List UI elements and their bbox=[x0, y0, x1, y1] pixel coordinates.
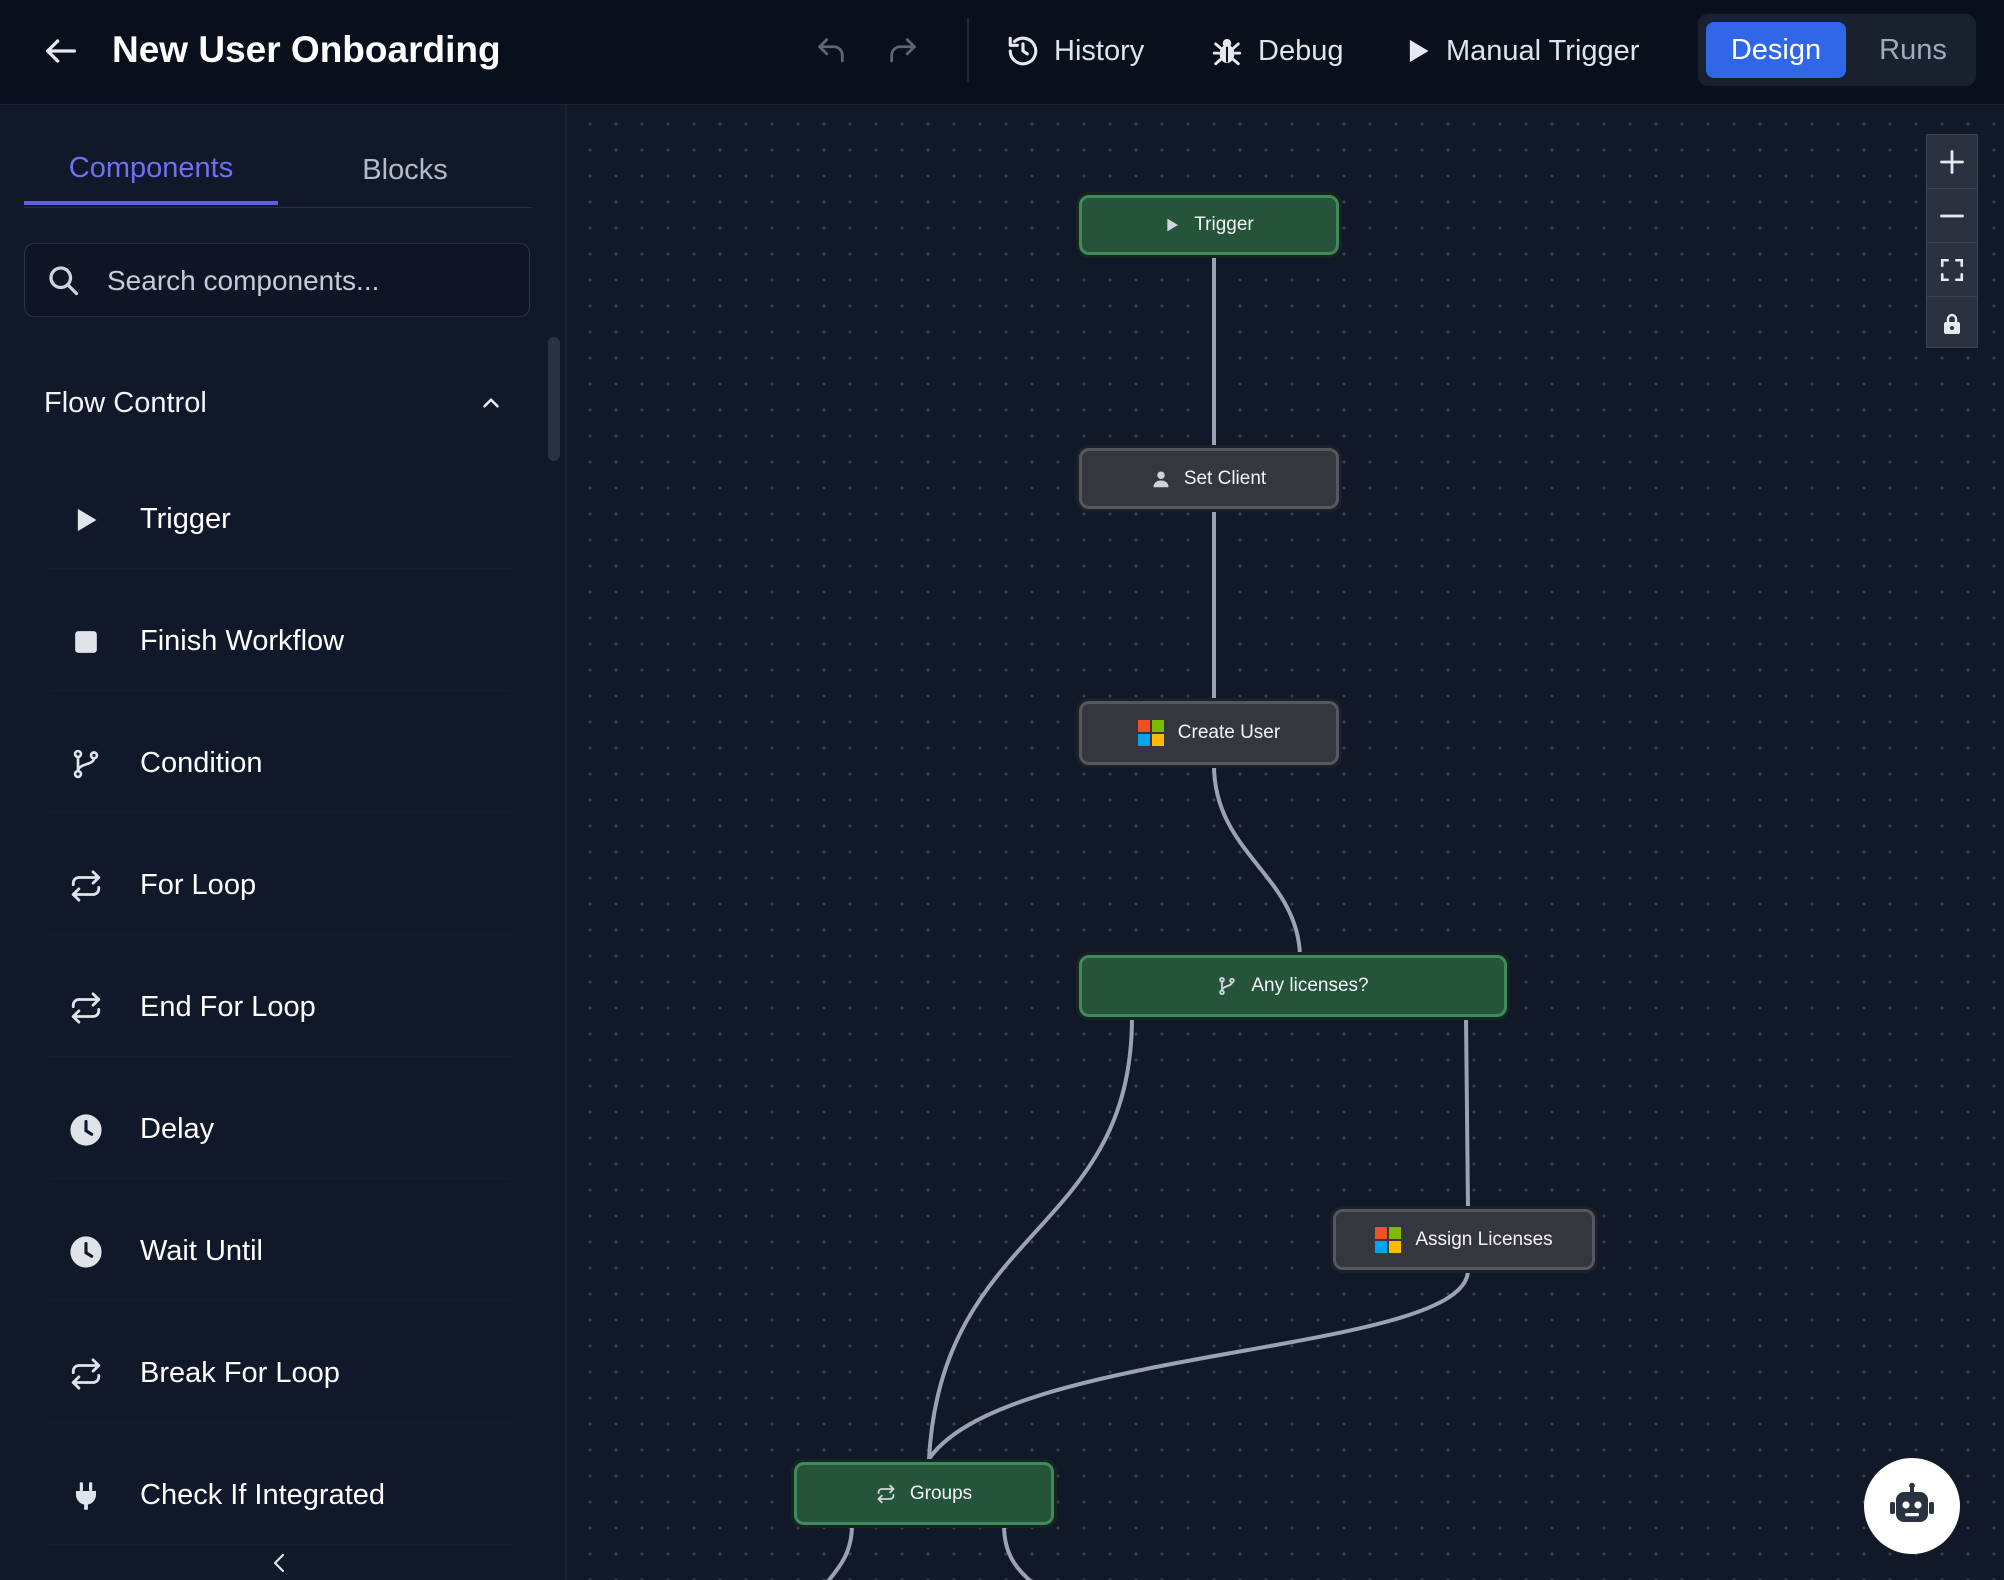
node-label: Groups bbox=[909, 1482, 973, 1504]
components-sidebar: Components Blocks Flow Control Trigger F… bbox=[0, 105, 567, 1580]
design-tab[interactable]: Design bbox=[1706, 22, 1846, 78]
node-trigger[interactable]: Trigger bbox=[1079, 195, 1339, 255]
sidebar-scrollbar[interactable] bbox=[548, 337, 560, 461]
list-item-label: For Loop bbox=[140, 869, 257, 901]
list-item-trigger[interactable]: Trigger bbox=[50, 471, 510, 569]
arrow-left-icon bbox=[46, 39, 77, 63]
list-item-label: End For Loop bbox=[140, 991, 316, 1023]
list-item-wait-until[interactable]: Wait Until bbox=[50, 1203, 510, 1301]
history-button[interactable]: History bbox=[1006, 26, 1144, 76]
list-item-label: Trigger bbox=[140, 503, 231, 535]
list-item-condition[interactable]: Condition bbox=[50, 715, 510, 813]
list-item-label: Delay bbox=[140, 1113, 215, 1145]
search-icon bbox=[45, 262, 81, 303]
node-label: Any licenses? bbox=[1251, 975, 1369, 996]
view-toggle: Design Runs bbox=[1698, 14, 1976, 86]
loop-icon bbox=[68, 1356, 104, 1392]
edge-create-user-any-licenses bbox=[1212, 763, 1302, 957]
list-item-label: Condition bbox=[140, 747, 263, 779]
manual-trigger-button[interactable]: Manual Trigger bbox=[1404, 26, 1639, 76]
runs-tab[interactable]: Runs bbox=[1858, 22, 1968, 78]
fit-view-button[interactable] bbox=[1927, 243, 1977, 297]
tab-blocks[interactable]: Blocks bbox=[278, 135, 532, 205]
fit-view-icon bbox=[1940, 258, 1964, 281]
node-create-user[interactable]: Create User bbox=[1079, 701, 1339, 765]
section-title: Flow Control bbox=[44, 386, 207, 419]
edge-any-licenses-groups bbox=[927, 1015, 1134, 1461]
redo-icon bbox=[890, 38, 916, 63]
back-button[interactable] bbox=[36, 26, 86, 76]
node-label: Create User bbox=[1177, 722, 1281, 743]
list-item-end-for-loop[interactable]: End For Loop bbox=[50, 959, 510, 1057]
redo-button[interactable] bbox=[880, 28, 926, 74]
lock-button[interactable] bbox=[1927, 297, 1977, 350]
edge-assign-licenses-groups bbox=[927, 1268, 1470, 1461]
chevron-left-icon bbox=[273, 1553, 285, 1573]
user-icon bbox=[1153, 471, 1169, 487]
node-label: Set Client bbox=[1183, 467, 1267, 489]
play-icon bbox=[1409, 39, 1429, 63]
section-flow-control[interactable]: Flow Control bbox=[44, 375, 504, 431]
workflow-title: New User Onboarding bbox=[112, 29, 501, 70]
list-item-label: Check If Integrated bbox=[140, 1479, 386, 1511]
zoom-controls bbox=[1926, 134, 1978, 348]
play-icon bbox=[1167, 218, 1179, 232]
minus-icon bbox=[1940, 214, 1964, 217]
list-item-label: Break For Loop bbox=[140, 1357, 340, 1389]
list-item-check-if-integrated[interactable]: Check If Integrated bbox=[50, 1447, 510, 1545]
clock-icon bbox=[68, 1234, 104, 1270]
lock-icon bbox=[1944, 313, 1960, 334]
top-bar: New User Onboarding History Debug Manual… bbox=[0, 0, 2004, 105]
node-label: Assign Licenses bbox=[1415, 1228, 1553, 1250]
plus-icon bbox=[1940, 149, 1964, 174]
debug-label: Debug bbox=[1258, 34, 1344, 67]
list-item-break-for-loop[interactable]: Break For Loop bbox=[50, 1325, 510, 1423]
history-icon bbox=[1008, 36, 1038, 66]
microsoft-icon bbox=[1137, 720, 1164, 746]
robot-icon bbox=[1890, 1482, 1934, 1522]
zoom-in-button[interactable] bbox=[1927, 135, 1977, 189]
debug-button[interactable]: Debug bbox=[1210, 26, 1343, 76]
history-label: History bbox=[1054, 34, 1145, 67]
loop-icon bbox=[877, 1484, 895, 1503]
plug-icon bbox=[68, 1478, 104, 1514]
loop-icon bbox=[68, 868, 104, 904]
node-set-client[interactable]: Set Client bbox=[1079, 448, 1339, 509]
play-icon bbox=[68, 502, 104, 538]
collapse-sidebar-button[interactable] bbox=[262, 1545, 298, 1580]
microsoft-icon bbox=[1375, 1226, 1402, 1253]
list-item-finish-workflow[interactable]: Finish Workflow bbox=[50, 593, 510, 691]
node-label: Trigger bbox=[1194, 214, 1254, 235]
toolbar-divider bbox=[967, 18, 969, 82]
list-item-delay[interactable]: Delay bbox=[50, 1081, 510, 1179]
search-box bbox=[24, 243, 530, 317]
manual-trigger-label: Manual Trigger bbox=[1446, 34, 1640, 67]
edge-groups-out-right bbox=[1002, 1523, 1033, 1580]
stop-icon bbox=[68, 624, 104, 660]
loop-icon bbox=[68, 990, 104, 1026]
list-item-for-loop[interactable]: For Loop bbox=[50, 837, 510, 935]
node-any-licenses[interactable]: Any licenses? bbox=[1079, 955, 1507, 1017]
clock-icon bbox=[68, 1112, 104, 1148]
edge-layer bbox=[826, 253, 1470, 1580]
edge-groups-out-left bbox=[826, 1523, 854, 1580]
node-assign-licenses[interactable]: Assign Licenses bbox=[1333, 1209, 1595, 1270]
edge-any-licenses-assign-licenses bbox=[1464, 1015, 1470, 1211]
bug-icon bbox=[1212, 38, 1242, 66]
branch-icon bbox=[68, 746, 104, 782]
undo-icon bbox=[818, 38, 844, 63]
ai-assistant-button[interactable] bbox=[1864, 1458, 1960, 1554]
node-groups[interactable]: Groups bbox=[794, 1462, 1054, 1525]
list-item-label: Wait Until bbox=[140, 1235, 263, 1267]
search-input[interactable] bbox=[105, 256, 509, 306]
list-item-label: Finish Workflow bbox=[140, 625, 345, 657]
chevron-up-icon bbox=[483, 398, 499, 408]
branch-icon bbox=[1219, 976, 1236, 995]
undo-button[interactable] bbox=[808, 28, 854, 74]
zoom-out-button[interactable] bbox=[1927, 189, 1977, 243]
workflow-canvas[interactable]: Trigger Set Client Create User Any licen… bbox=[567, 105, 2004, 1580]
sidebar-tabs: Components Blocks bbox=[24, 135, 532, 208]
tab-components[interactable]: Components bbox=[24, 135, 278, 205]
